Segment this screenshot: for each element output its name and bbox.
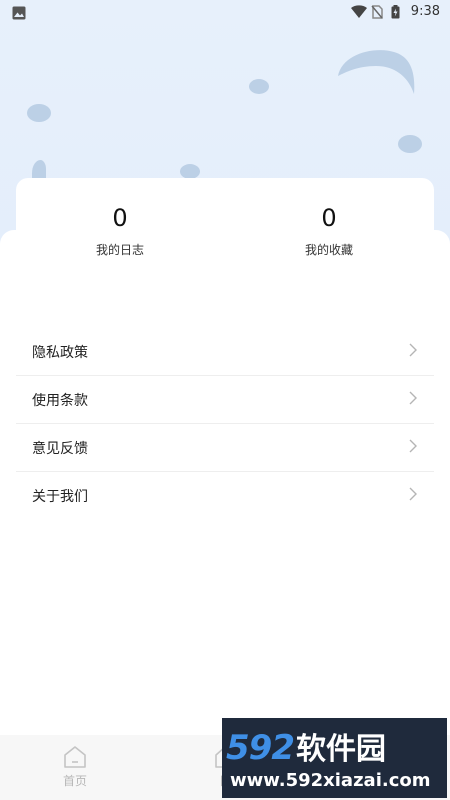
no-sim-icon	[371, 4, 385, 19]
image-icon	[12, 5, 26, 20]
chevron-right-icon	[408, 390, 418, 409]
chevron-right-icon	[408, 486, 418, 505]
chevron-right-icon	[408, 438, 418, 457]
watermark-name: 软件园	[295, 732, 386, 767]
moon-decoration	[334, 46, 420, 100]
watermark-url: www.592xiazai.com	[230, 770, 431, 791]
menu-item-label: 关于我们	[32, 488, 88, 505]
menu-item-label: 隐私政策	[32, 344, 88, 361]
stat-label: 我的日志	[95, 243, 144, 257]
stat-my-journal[interactable]: 0 我的日志	[60, 203, 180, 258]
menu-item-feedback[interactable]: 意见反馈	[16, 424, 434, 472]
stat-value: 0	[112, 204, 128, 232]
decorative-blob	[398, 135, 422, 153]
stat-my-favorites[interactable]: 0 我的收藏	[269, 203, 389, 258]
watermark-digits: 592	[226, 728, 295, 768]
home-icon	[45, 745, 105, 769]
stat-value: 0	[321, 204, 337, 232]
nav-item-home[interactable]: 首页	[45, 745, 105, 789]
menu-item-label: 意见反馈	[32, 440, 88, 457]
nav-item-label: 首页	[62, 774, 87, 788]
menu-item-terms-of-use[interactable]: 使用条款	[16, 376, 434, 424]
decorative-blob	[27, 104, 51, 122]
stat-label: 我的收藏	[304, 243, 353, 257]
decorative-blob	[180, 164, 200, 179]
status-bar: 9:38	[0, 0, 450, 26]
decorative-blob	[249, 79, 269, 94]
watermark: 592 软件园 www.592xiazai.com	[222, 718, 447, 798]
menu-item-label: 使用条款	[32, 392, 88, 409]
stats-card: 0 我的日志 0 我的收藏	[16, 178, 434, 278]
battery-charging-icon	[391, 4, 405, 19]
menu-item-privacy-policy[interactable]: 隐私政策	[16, 328, 434, 376]
settings-menu: 隐私政策 使用条款 意见反馈 关于我们	[16, 328, 434, 519]
chevron-right-icon	[408, 342, 418, 361]
menu-item-about-us[interactable]: 关于我们	[16, 472, 434, 519]
status-time: 9:38	[410, 4, 440, 19]
wifi-icon	[350, 4, 367, 19]
